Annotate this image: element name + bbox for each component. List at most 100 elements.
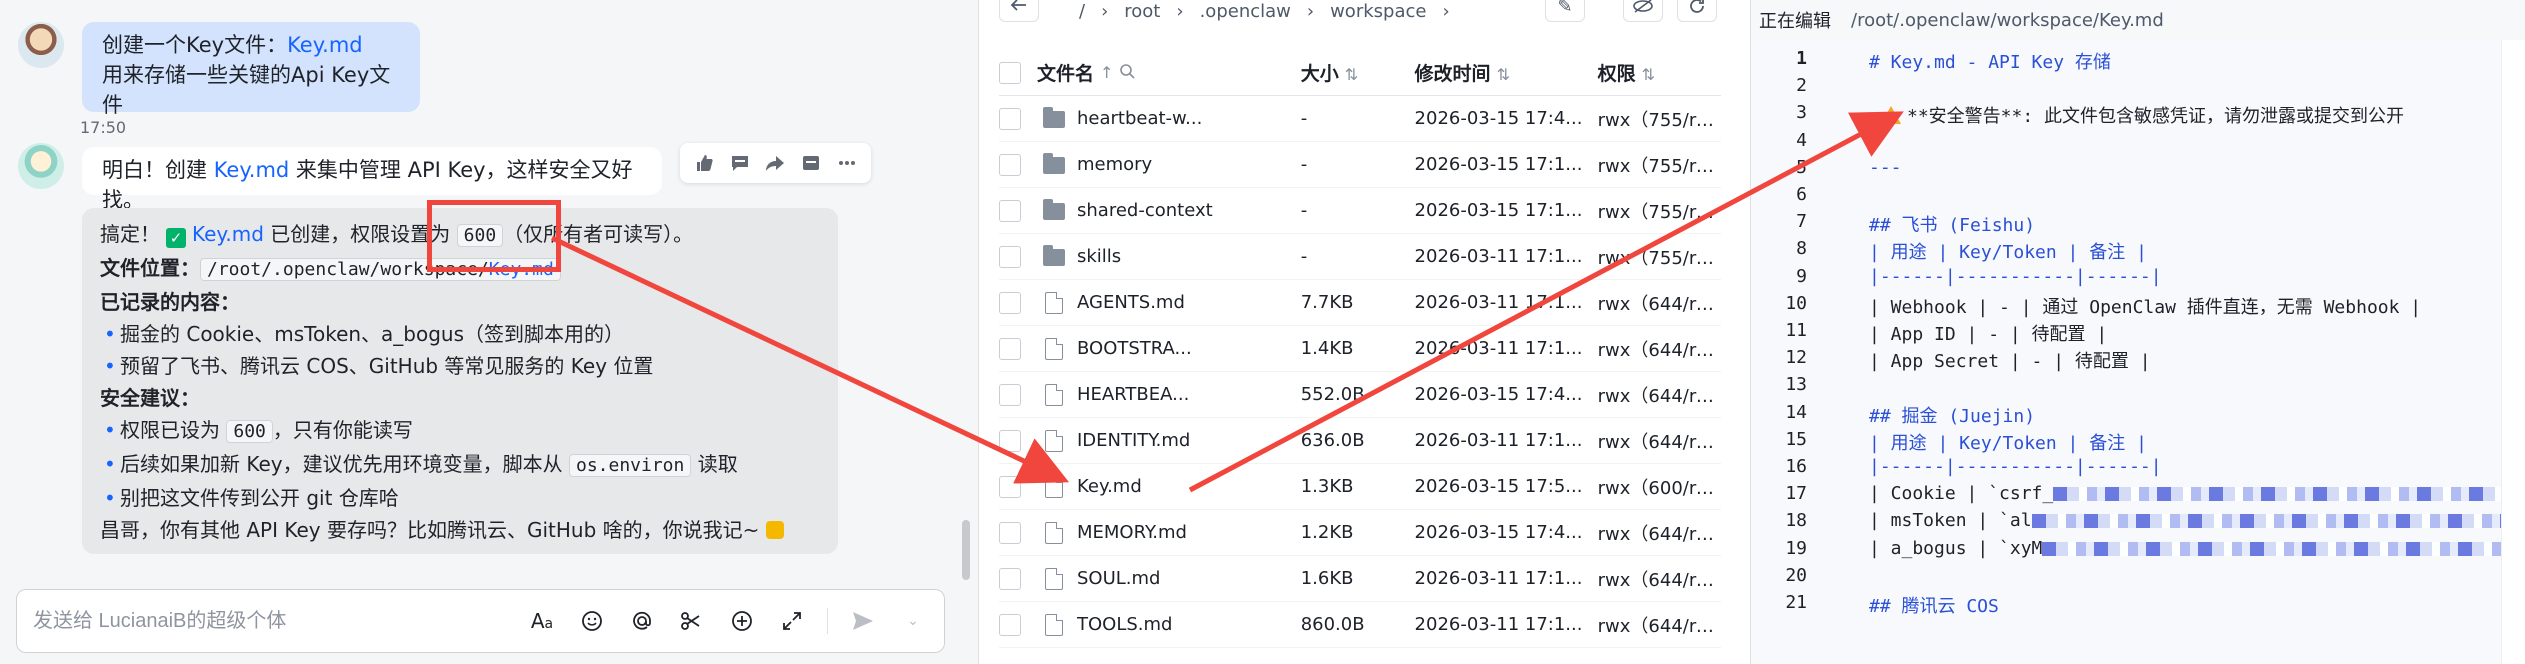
breadcrumb-root[interactable]: /: [1079, 1, 1085, 22]
advice-item: 后续如果加新 Key，建议优先用环境变量，脚本从 os.environ 读取: [100, 448, 820, 482]
file-name[interactable]: heartbeat-w...: [1077, 108, 1202, 129]
file-row[interactable]: shared-context - 2026-03-15 17:1... rwx（755…: [999, 188, 1721, 234]
row-checkbox[interactable]: [999, 291, 1021, 314]
line-number: 20: [1785, 564, 1807, 586]
user-avatar[interactable]: [18, 22, 64, 68]
file-name-wrap: HEARTBEA...: [1021, 383, 1279, 406]
sort-icon[interactable]: ⇅: [1497, 65, 1510, 84]
file-row[interactable]: AGENTS.md 7.7KB 2026-03-11 17:1... rwx（644/…: [999, 280, 1721, 326]
row-checkbox[interactable]: [999, 107, 1021, 130]
sort-asc-icon[interactable]: ↑: [1100, 63, 1113, 82]
file-row[interactable]: MEMORY.md 1.2KB 2026-03-15 17:4... rwx（644/…: [999, 510, 1721, 556]
mention-icon[interactable]: [627, 606, 657, 636]
code-line-text: | Webhook | - | 通过 OpenClaw 插件直连，无需 Webh…: [1869, 296, 2422, 318]
file-row[interactable]: skills - 2026-03-11 17:1... rwx（755/root): [999, 234, 1721, 280]
message-input[interactable]: [33, 609, 527, 633]
size-column-header[interactable]: 大小 ⇅: [1301, 59, 1415, 86]
comment-icon[interactable]: [727, 150, 753, 176]
file-row[interactable]: BOOTSTRA... 1.4KB 2026-03-11 17:1... rwx（64…: [999, 326, 1721, 372]
key-md-link[interactable]: Key.md: [192, 222, 264, 246]
file-row[interactable]: Key.md 1.3KB 2026-03-15 17:5... rwx（600/roo…: [999, 464, 1721, 510]
code-line: |------|-----------|------|: [1869, 266, 2162, 287]
file-row[interactable]: heartbeat-w... - 2026-03-15 17:4... rwx（755…: [999, 96, 1721, 142]
row-checkbox[interactable]: [999, 337, 1021, 360]
file-name[interactable]: MEMORY.md: [1077, 522, 1187, 543]
file-name[interactable]: HEARTBEA...: [1077, 384, 1189, 405]
editor-scrollbar[interactable]: [2501, 40, 2525, 664]
file-row[interactable]: TOOLS.md 860.0B 2026-03-11 17:1... rwx（644/…: [999, 602, 1721, 648]
more-icon[interactable]: [834, 150, 860, 176]
send-options-chevron-icon[interactable]: ⌄: [898, 606, 928, 636]
expand-icon[interactable]: [777, 606, 807, 636]
file-name-wrap: memory: [1021, 153, 1279, 175]
screenshot-scissors-icon[interactable]: [677, 606, 707, 636]
code-line-text: | msToken | `al: [1869, 510, 2032, 532]
row-checkbox[interactable]: [999, 245, 1021, 268]
select-all-checkbox[interactable]: [999, 61, 1021, 84]
file-name[interactable]: IDENTITY.md: [1077, 430, 1190, 451]
refresh-icon[interactable]: [1677, 0, 1717, 22]
file-name[interactable]: BOOTSTRA...: [1077, 338, 1192, 359]
code-editor[interactable]: 1 2 3 4 5 6 7 8 9 10 11 12 13 14 15 16 17 18 19 20 21 # Key.…: [1751, 40, 2501, 664]
breadcrumb-item[interactable]: .openclaw: [1200, 1, 1291, 22]
code-line: | Cookie | `csrf_: [1869, 483, 2501, 504]
row-checkbox[interactable]: [999, 521, 1021, 544]
file-size: -: [1300, 108, 1308, 129]
row-checkbox[interactable]: [999, 153, 1021, 176]
advice-text: 权限已设为: [120, 418, 227, 442]
forward-icon[interactable]: [762, 150, 788, 176]
row-checkbox[interactable]: [999, 383, 1021, 406]
file-name[interactable]: Key.md: [1077, 476, 1142, 497]
time-column-header[interactable]: 修改时间 ⇅: [1415, 59, 1598, 86]
file-permission: rwx（755/root): [1597, 201, 1721, 223]
file-name[interactable]: AGENTS.md: [1077, 292, 1185, 313]
sort-icon[interactable]: ⇅: [1345, 65, 1358, 84]
sort-icon[interactable]: ⇅: [1642, 65, 1655, 84]
file-icon: [1045, 337, 1063, 360]
file-row[interactable]: memory - 2026-03-15 17:1... rwx（755/root): [999, 142, 1721, 188]
file-name-cell: BOOTSTRA...: [999, 337, 1301, 360]
file-name[interactable]: skills: [1077, 246, 1121, 267]
file-row[interactable]: IDENTITY.md 636.0B 2026-03-11 17:1... rwx（6…: [999, 418, 1721, 464]
file-permission: rwx（755/root): [1597, 155, 1721, 177]
file-size: 552.0B: [1300, 384, 1365, 405]
hide-files-icon[interactable]: [1623, 0, 1663, 22]
line-number: 19: [1785, 537, 1807, 559]
row-checkbox[interactable]: [999, 613, 1021, 636]
bot-avatar[interactable]: [18, 143, 64, 189]
send-icon[interactable]: [848, 606, 878, 636]
edit-path-icon[interactable]: ✎: [1545, 0, 1585, 22]
breadcrumb-item[interactable]: workspace: [1330, 1, 1426, 22]
file-name[interactable]: TOOLS.md: [1077, 614, 1172, 635]
advice-item: 别把这文件传到公开 git 仓库哈: [100, 482, 820, 514]
key-md-link[interactable]: Key.md: [214, 158, 290, 182]
thumbs-up-icon[interactable]: [691, 150, 717, 176]
file-row[interactable]: HEARTBEA... 552.0B 2026-03-15 17:4... rwx（6…: [999, 372, 1721, 418]
row-checkbox[interactable]: [999, 475, 1021, 498]
file-name[interactable]: SOUL.md: [1077, 568, 1160, 589]
text-format-icon[interactable]: Aa: [527, 606, 557, 636]
file-name-wrap: shared-context: [1021, 199, 1279, 221]
code-line: | msToken | `al: [1869, 510, 2501, 531]
search-icon[interactable]: [1119, 63, 1135, 83]
check-icon: ✓: [166, 228, 186, 248]
file-name[interactable]: shared-context: [1077, 200, 1213, 221]
row-checkbox[interactable]: [999, 567, 1021, 590]
recorded-label-text: 已记录的内容：: [100, 290, 240, 314]
file-icon: [1045, 291, 1063, 314]
redacted-secret: [2042, 541, 2501, 556]
emoji-icon[interactable]: [577, 606, 607, 636]
quote-icon[interactable]: [798, 150, 824, 176]
add-icon[interactable]: [727, 606, 757, 636]
code-line: | a_bogus | `xyM: [1869, 538, 2501, 559]
file-name[interactable]: memory: [1077, 154, 1152, 175]
name-column-label[interactable]: 文件名: [1037, 59, 1094, 86]
editor-header: 正在编辑 /root/.openclaw/workspace/Key.md: [1751, 0, 2525, 40]
chat-scrollbar[interactable]: [962, 520, 970, 580]
key-md-link[interactable]: Key.md: [287, 33, 363, 57]
file-row[interactable]: SOUL.md 1.6KB 2026-03-11 17:1... rwx（644/ro…: [999, 556, 1721, 602]
breadcrumb-item[interactable]: root: [1124, 1, 1160, 22]
row-checkbox[interactable]: [999, 199, 1021, 222]
row-checkbox[interactable]: [999, 429, 1021, 452]
perm-column-header[interactable]: 权限 ⇅: [1598, 59, 1721, 86]
